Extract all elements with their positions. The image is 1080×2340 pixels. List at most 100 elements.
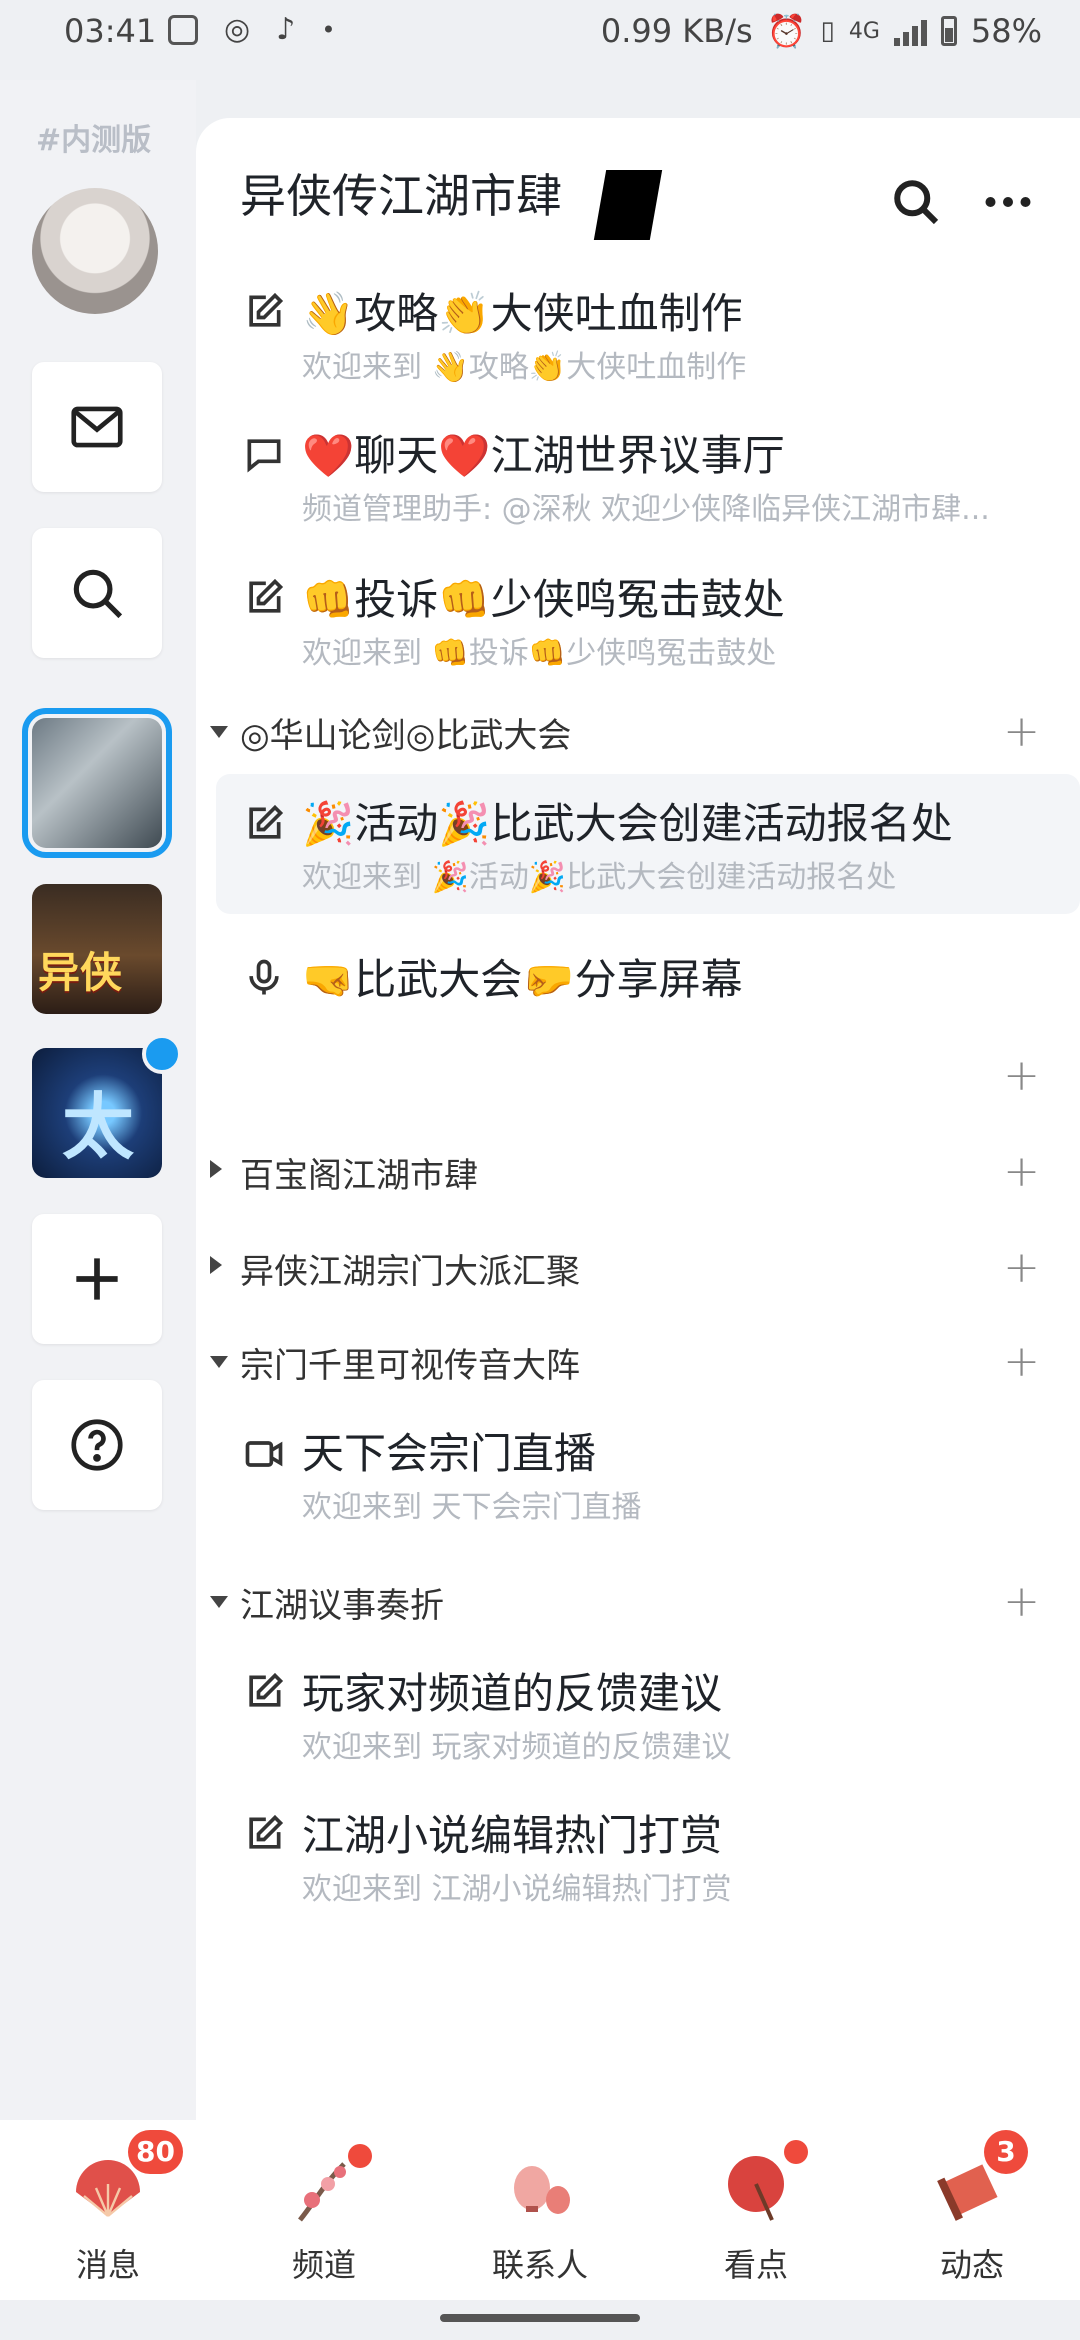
tab-label: 看点 [723, 2246, 788, 2284]
add-channel-icon[interactable]: + [1003, 1340, 1040, 1384]
tab-contacts[interactable]: 联系人 [432, 2120, 648, 2300]
net-speed: 0.99 KB/s [600, 12, 753, 50]
channel-subtitle: 欢迎来到 天下会宗门直播 [302, 1490, 642, 1525]
video-icon [245, 1441, 283, 1467]
guild-tai[interactable]: 太 [32, 1048, 162, 1178]
channel-subtitle: 欢迎来到 江湖小说编辑热门打赏 [302, 1872, 732, 1907]
channel-name: 江湖小说编辑热门打赏 [302, 1811, 723, 1860]
guild-yixiazhuan-text: 异侠 [38, 948, 123, 997]
mail-button[interactable] [32, 362, 162, 492]
rail-search-button[interactable] [32, 528, 162, 658]
channel-subtitle: 频道管理助手: @深秋 欢迎少侠降临异侠江湖市肆... [302, 492, 990, 527]
search-icon[interactable] [886, 172, 946, 232]
category-title: 宗门千里可视传音大阵 [240, 1346, 580, 1386]
help-button[interactable] [32, 1380, 162, 1510]
status-notification-icons: ◎ ♪ • [168, 12, 336, 47]
category-title: 异侠江湖宗门大派汇聚 [240, 1252, 580, 1292]
channel-subtitle: 欢迎来到 🎉活动🎉比武大会创建活动报名处 [302, 860, 897, 895]
tab-label: 消息 [75, 2246, 140, 2284]
unread-dot [142, 1034, 182, 1074]
battery-level: 58% [970, 12, 1042, 50]
channel-guides[interactable]: 👋攻略👏大侠吐血制作 欢迎来到 👋攻略👏大侠吐血制作 [196, 268, 1080, 398]
add-channel-icon[interactable]: + [1003, 1246, 1040, 1290]
edit-icon [249, 578, 284, 613]
channel-name: 👋攻略👏大侠吐血制作 [302, 289, 743, 338]
channel-name: 玩家对频道的反馈建议 [302, 1669, 723, 1718]
chat-icon [247, 439, 281, 473]
redaction-mark [593, 170, 663, 240]
tiktok-icon: ♪ [276, 12, 296, 47]
category-hidden[interactable]: + [196, 1046, 1080, 1106]
beta-label: #内测版 [36, 123, 152, 158]
add-channel-icon[interactable]: + [1003, 1054, 1040, 1098]
umbrella-icon [728, 2156, 784, 2221]
add-channel-icon[interactable]: + [1003, 710, 1040, 754]
channel-name: 天下会宗门直播 [302, 1429, 597, 1478]
user-avatar[interactable] [32, 188, 158, 314]
tab-activity[interactable]: 3 动态 [864, 2120, 1080, 2300]
channel-name: 🎉活动🎉比武大会创建活动报名处 [302, 799, 953, 848]
channel-name: ❤️聊天❤️江湖世界议事厅 [302, 431, 785, 480]
mail-icon [71, 406, 123, 448]
channel-rewards[interactable]: 江湖小说编辑热门打赏 欢迎来到 江湖小说编辑热门打赏 [196, 1790, 1080, 1920]
category-sects[interactable]: 异侠江湖宗门大派汇聚 + [196, 1238, 1080, 1298]
guild-title[interactable]: 异侠传江湖市肆 [240, 160, 562, 226]
category-broadcast[interactable]: 宗门千里可视传音大阵 + [196, 1332, 1080, 1392]
guild-tai-text: 太 [62, 1085, 135, 1169]
channel-name: 🤜比武大会🤛分享屏幕 [302, 955, 743, 1004]
category-baobaoge[interactable]: 百宝阁江湖市肆 + [196, 1142, 1080, 1202]
tab-messages[interactable]: 80 消息 [0, 2120, 216, 2300]
collapse-arrow-icon [210, 1256, 222, 1274]
guild-yixia-jianghu[interactable] [22, 708, 172, 858]
channel-live[interactable]: 天下会宗门直播 欢迎来到 天下会宗门直播 [196, 1408, 1080, 1538]
tab-channels[interactable]: 频道 [216, 2120, 432, 2300]
add-channel-icon[interactable]: + [1003, 1580, 1040, 1624]
category-title: 百宝阁江湖市肆 [240, 1156, 478, 1196]
status-time: 03:41 [64, 12, 157, 50]
expand-arrow-icon [210, 726, 228, 738]
alarm-icon: ⏰ [766, 12, 807, 50]
channel-chat[interactable]: ❤️聊天❤️江湖世界议事厅 频道管理助手: @深秋 欢迎少侠降临异侠江湖市肆..… [196, 410, 1080, 540]
guild-yixiazhuan[interactable]: 异侠 [32, 884, 162, 1014]
bottom-tab-bar: 80 消息 频道 联系人 看点 3 动态 [0, 2120, 1080, 2300]
highlights-red-dot [784, 2140, 808, 2164]
collapse-arrow-icon [210, 1160, 222, 1178]
channel-subtitle: 欢迎来到 👋攻略👏大侠吐血制作 [302, 350, 747, 385]
tab-label: 联系人 [491, 2246, 588, 2284]
channel-voice-share[interactable]: 🤜比武大会🤛分享屏幕 [196, 934, 1080, 1024]
network-type: 4G [848, 18, 880, 44]
mic-icon [249, 959, 279, 995]
plus-icon [76, 1258, 118, 1300]
tab-label: 动态 [939, 2246, 1004, 2284]
channel-subtitle: 欢迎来到 👊投诉👊少侠鸣冤击鼓处 [302, 636, 777, 671]
category-huashan[interactable]: ◎华山论剑◎比武大会 + [196, 702, 1080, 762]
add-guild-button[interactable] [32, 1214, 162, 1344]
more-dot-icon: • [321, 15, 336, 44]
channel-events[interactable]: 🎉活动🎉比武大会创建活动报名处 欢迎来到 🎉活动🎉比武大会创建活动报名处 [216, 774, 1080, 914]
channels-red-dot [348, 2144, 372, 2168]
channel-name: 👊投诉👊少侠鸣冤击鼓处 [302, 575, 785, 624]
category-feedback[interactable]: 江湖议事奏折 + [196, 1572, 1080, 1632]
add-channel-icon[interactable]: + [1003, 1150, 1040, 1194]
home-indicator[interactable] [440, 2314, 640, 2322]
vibrate-icon: ▯ [820, 16, 835, 46]
tab-highlights[interactable]: 看点 [648, 2120, 864, 2300]
edit-icon [249, 292, 284, 327]
more-icon[interactable] [978, 172, 1038, 232]
channel-complaints[interactable]: 👊投诉👊少侠鸣冤击鼓处 欢迎来到 👊投诉👊少侠鸣冤击鼓处 [196, 554, 1080, 684]
category-title: ◎华山论剑◎比武大会 [240, 716, 572, 756]
search-icon [73, 569, 123, 619]
signal-icon [893, 16, 927, 46]
edit-icon [249, 804, 284, 839]
status-bar: 03:41 ◎ ♪ • 0.99 KB/s ⏰ ▯ 4G 58% [0, 0, 1080, 64]
channel-subtitle: 欢迎来到 玩家对频道的反馈建议 [302, 1730, 732, 1765]
tab-label: 频道 [291, 2246, 356, 2284]
expand-arrow-icon [210, 1596, 228, 1608]
category-title: 江湖议事奏折 [240, 1586, 444, 1626]
help-icon [71, 1419, 123, 1471]
activity-badge: 3 [984, 2130, 1028, 2174]
channel-feedback[interactable]: 玩家对频道的反馈建议 欢迎来到 玩家对频道的反馈建议 [196, 1648, 1080, 1778]
app-notification-icon [168, 14, 198, 45]
lanterns-icon [514, 2166, 570, 2214]
message-badge: 80 [128, 2130, 183, 2174]
